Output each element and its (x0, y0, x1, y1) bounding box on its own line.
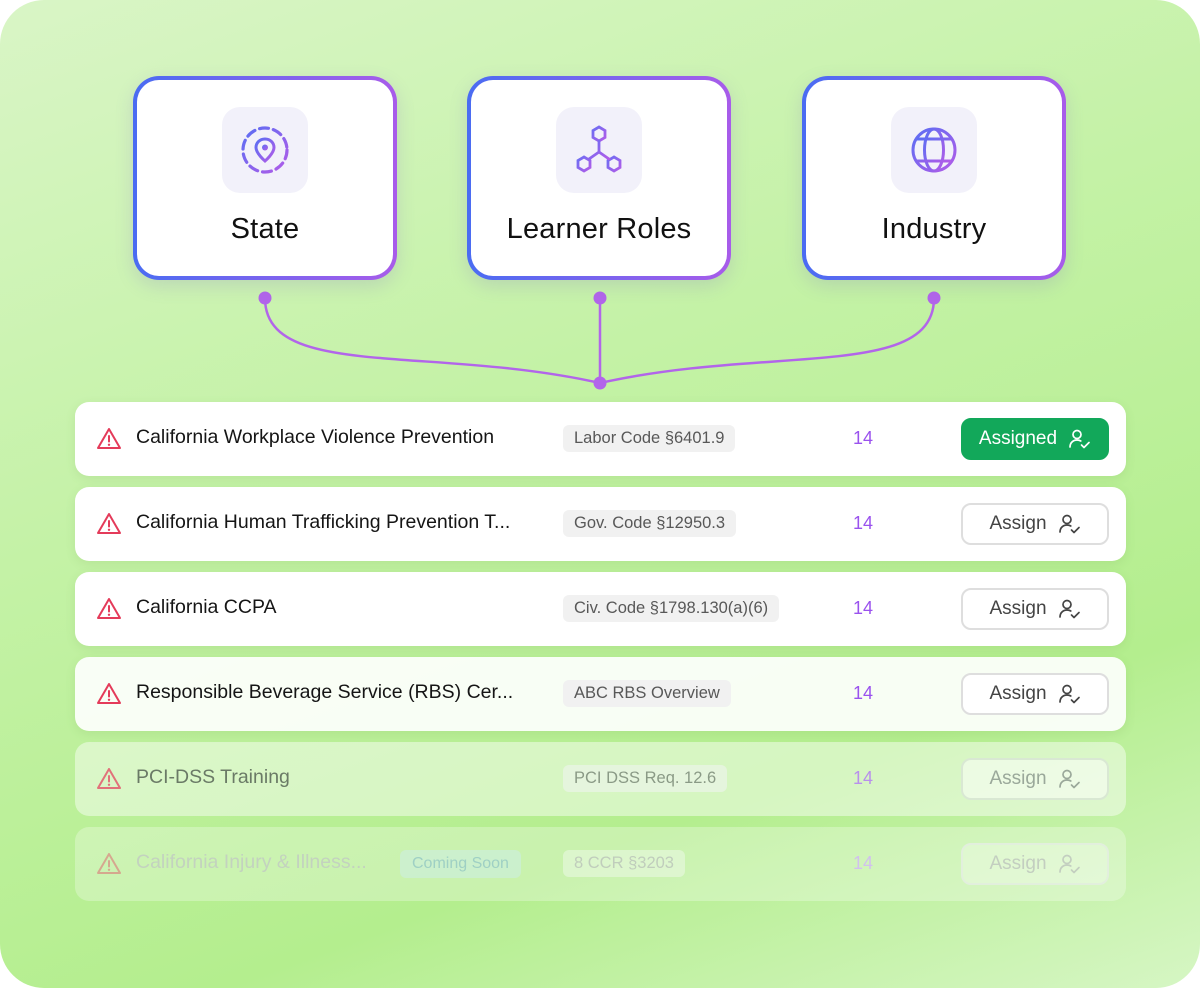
user-check-icon (1058, 769, 1080, 789)
canvas: State Learner Roles Industry California … (0, 0, 1200, 988)
coming-soon-badge: Coming Soon (400, 850, 521, 878)
connector-dot-state (258, 291, 272, 305)
button-label: Assigned (978, 428, 1058, 449)
warning-icon (97, 513, 121, 534)
button-label: Assign (989, 598, 1047, 619)
user-check-icon (1058, 854, 1080, 874)
user-check-icon (1058, 514, 1080, 534)
category-label: State (230, 213, 300, 245)
connector-dot-merge (593, 376, 607, 390)
learner-count: 14 (853, 513, 874, 533)
learner-count: 14 (853, 598, 874, 618)
user-check-icon (1058, 599, 1080, 619)
category-label: Industry (881, 213, 987, 245)
regulation-code: PCI DSS Req. 12.6 (563, 765, 728, 792)
user-check-icon (1069, 429, 1090, 449)
warning-icon (97, 598, 121, 619)
regulation-code: Civ. Code §1798.130(a)(6) (563, 595, 780, 622)
icon-tile (556, 107, 642, 193)
course-title: Responsible Beverage Service (RBS) Cer..… (136, 681, 514, 703)
learner-count: 14 (853, 428, 874, 448)
course-title: PCI-DSS Training (136, 766, 290, 788)
button-label: Assign (989, 853, 1047, 874)
course-title: California Human Trafficking Prevention … (136, 511, 511, 533)
connector-dot-industry (927, 291, 941, 305)
connector-line-state (263, 297, 601, 385)
location-pin-dashed-ring-icon (241, 126, 289, 174)
button-label: Assign (989, 768, 1047, 789)
table-row: Responsible Beverage Service (RBS) Cer..… (75, 657, 1126, 731)
regulation-code: 8 CCR §3203 (563, 850, 685, 877)
assign-button[interactable]: Assign (961, 588, 1109, 630)
assigned-button[interactable]: Assigned (961, 418, 1109, 460)
regulation-code: ABC RBS Overview (563, 680, 731, 707)
course-title: California Workplace Violence Prevention (136, 426, 495, 448)
table-row: California Human Trafficking Prevention … (75, 487, 1126, 561)
regulation-code: Labor Code §6401.9 (563, 425, 736, 452)
table-row: PCI-DSS Training PCI DSS Req. 12.6 14 As… (75, 742, 1126, 816)
globe-icon (911, 127, 957, 173)
assign-button[interactable]: Assign (961, 843, 1109, 885)
hierarchy-nodes-icon (576, 125, 622, 173)
regulation-code: Gov. Code §12950.3 (563, 510, 737, 537)
course-list: California Workplace Violence Prevention… (75, 402, 1126, 912)
assign-button[interactable]: Assign (961, 503, 1109, 545)
assign-button[interactable]: Assign (961, 673, 1109, 715)
warning-icon (97, 428, 121, 449)
category-card-state[interactable]: State (133, 76, 397, 280)
category-label: Learner Roles (506, 213, 692, 245)
learner-count: 14 (853, 683, 874, 703)
category-card-learner-roles[interactable]: Learner Roles (467, 76, 731, 280)
learner-count: 14 (853, 853, 874, 873)
assign-button[interactable]: Assign (961, 758, 1109, 800)
warning-icon (97, 683, 121, 704)
course-title: California CCPA (136, 596, 277, 618)
table-row: California Workplace Violence Prevention… (75, 402, 1126, 476)
table-row: California CCPA Civ. Code §1798.130(a)(6… (75, 572, 1126, 646)
connector-line-industry (599, 297, 936, 385)
user-check-icon (1058, 684, 1080, 704)
category-card-industry[interactable]: Industry (802, 76, 1066, 280)
warning-icon (97, 853, 121, 874)
learner-count: 14 (853, 768, 874, 788)
button-label: Assign (989, 683, 1047, 704)
connector-dot-learner-roles (593, 291, 607, 305)
icon-tile (891, 107, 977, 193)
button-label: Assign (989, 513, 1047, 534)
table-row: California Injury & Illness... Coming So… (75, 827, 1126, 901)
icon-tile (222, 107, 308, 193)
warning-icon (97, 768, 121, 789)
